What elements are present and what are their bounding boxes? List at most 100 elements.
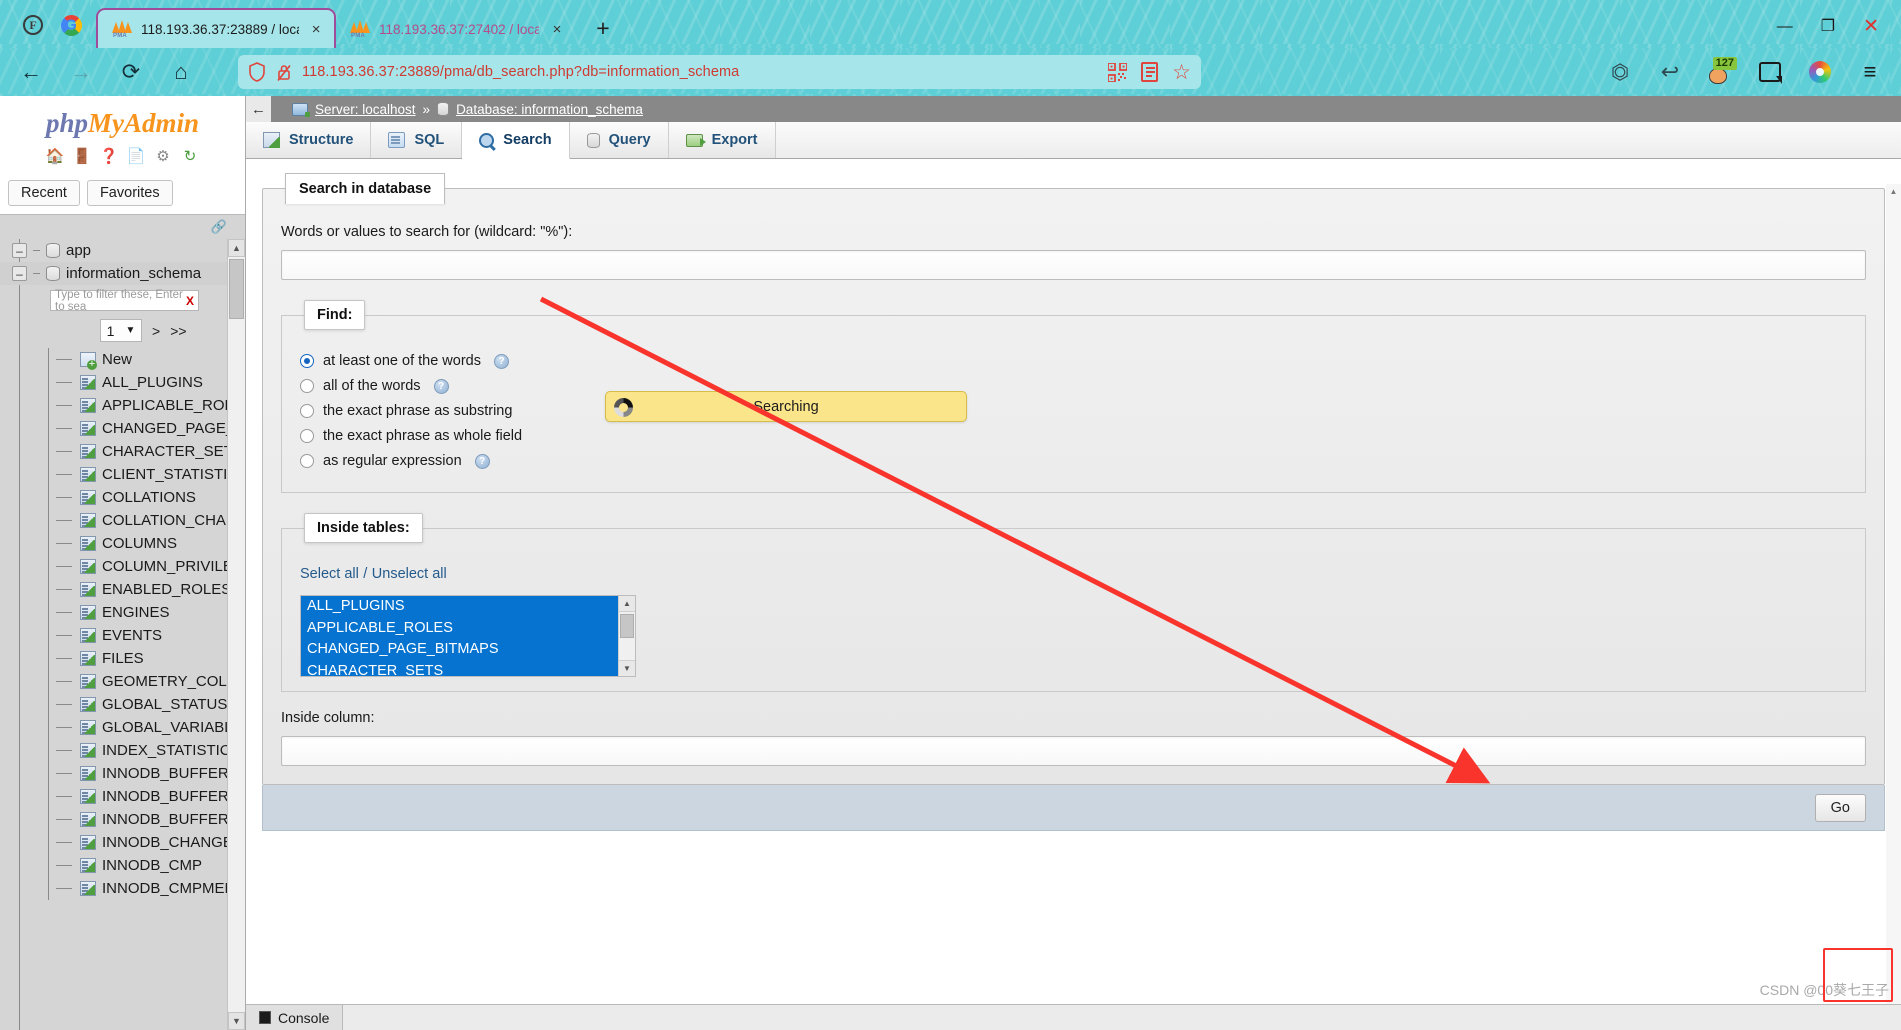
back-icon[interactable]: ←	[18, 59, 44, 85]
sidebar-table-item[interactable]: APPLICABLE_ROLES	[0, 394, 227, 417]
close-window-icon[interactable]: ✕	[1863, 17, 1879, 36]
sidebar-table-item[interactable]: GLOBAL_VARIABLES	[0, 716, 227, 739]
browser-tab-0[interactable]: PMA 118.193.36.37:23889 / localho ×	[96, 8, 336, 48]
sidebar-table-item[interactable]: GEOMETRY_COLUMNS	[0, 670, 227, 693]
unselect-all-link[interactable]: Unselect all	[372, 566, 447, 582]
sidebar-table-item[interactable]: INDEX_STATISTICS	[0, 739, 227, 762]
help-icon[interactable]: ?	[494, 353, 509, 369]
lock-slash-icon[interactable]	[276, 63, 292, 82]
sidebar-table-item[interactable]: CHARACTER_SETS	[0, 440, 227, 463]
google-icon[interactable]	[60, 14, 82, 36]
radio-regular-expression[interactable]	[300, 454, 314, 468]
table-option[interactable]: CHARACTER_SETS	[301, 660, 618, 676]
table-filter-input[interactable]: Type to filter these, Enter to sea X	[50, 289, 199, 313]
qr-code-icon[interactable]	[1108, 62, 1128, 82]
clear-filter-icon[interactable]: X	[186, 294, 194, 308]
undo-icon[interactable]: ↩	[1657, 59, 1683, 85]
table-option[interactable]: CHANGED_PAGE_BITMAPS	[301, 639, 618, 661]
help-icon[interactable]: ❓	[100, 147, 119, 165]
minimize-icon[interactable]: —	[1777, 18, 1793, 35]
sidebar-table-item[interactable]: INNODB_BUFFER_POOL	[0, 808, 227, 831]
forward-icon[interactable]: →	[68, 59, 94, 85]
tab-structure[interactable]: Structure	[246, 122, 372, 158]
home-icon[interactable]: 🏠	[46, 147, 65, 165]
scroll-up-icon[interactable]: ▲	[619, 596, 635, 612]
sidebar-table-item[interactable]: INNODB_CHANGED_PAG	[0, 831, 227, 854]
collapse-icon[interactable]: –	[12, 266, 27, 281]
maximize-icon[interactable]: ❐	[1821, 18, 1835, 35]
browser-tab-1[interactable]: PMA 118.193.36.37:27402 / localh ×	[336, 10, 576, 48]
tables-multiselect[interactable]: ALL_PLUGINS APPLICABLE_ROLES CHANGED_PAG…	[300, 595, 636, 677]
sidebar-scrollbar[interactable]: ▲ ▼	[227, 239, 245, 1030]
new-tab-button[interactable]: +	[586, 11, 620, 45]
app-menu-icon[interactable]: ≡	[1857, 59, 1883, 85]
sidebar-table-item[interactable]: ENGINES	[0, 601, 227, 624]
find-option-4[interactable]: as regular expression ?	[300, 453, 1847, 469]
radio-exact-phrase-whole-field[interactable]	[300, 429, 314, 443]
sidebar-table-item[interactable]: CLIENT_STATISTICS	[0, 463, 227, 486]
scroll-down-icon[interactable]: ▼	[228, 1012, 245, 1030]
address-bar[interactable]: 118.193.36.37:23889/pma/db_search.php?db…	[238, 55, 1201, 89]
sidebar-table-item[interactable]: INNODB_BUFFER_PAGE	[0, 785, 227, 808]
breadcrumb-back-icon[interactable]: ←	[246, 96, 271, 122]
search-words-input[interactable]	[281, 250, 1866, 280]
tab-query[interactable]: Query	[569, 122, 669, 158]
favorites-button[interactable]: Favorites	[86, 180, 173, 206]
sidebar-db-app[interactable]: – app	[0, 239, 227, 262]
extension-badge-icon[interactable]: 127	[1707, 57, 1737, 84]
firefox-icon[interactable]: F	[22, 14, 44, 36]
color-wheel-icon[interactable]	[1807, 59, 1833, 85]
sidebar-table-item[interactable]: GLOBAL_STATUS	[0, 693, 227, 716]
breadcrumb-server[interactable]: Server: localhost	[315, 102, 416, 117]
help-icon[interactable]: ?	[474, 453, 490, 469]
sidebar-db-information-schema[interactable]: – information_schema	[0, 262, 227, 285]
url-text[interactable]: 118.193.36.37:23889/pma/db_search.php?db…	[302, 64, 1098, 80]
table-option[interactable]: ALL_PLUGINS	[301, 596, 618, 618]
sidebar-table-item[interactable]: INNODB_CMPMEM	[0, 877, 227, 900]
sidebar-table-item[interactable]: COLLATIONS	[0, 486, 227, 509]
sidebar-table-item[interactable]: INNODB_BUFFER_PAGE	[0, 762, 227, 785]
shield-icon[interactable]	[248, 62, 266, 82]
find-option-1[interactable]: all of the words ?	[300, 378, 1847, 394]
find-option-0[interactable]: at least one of the words ?	[300, 353, 1847, 369]
settings-icon[interactable]: ⚙	[154, 147, 172, 165]
sidebar-table-item[interactable]: CHANGED_PAGE_BITMA	[0, 417, 227, 440]
last-page-icon[interactable]: >>	[170, 323, 186, 339]
screenshot-crop-icon[interactable]: ⏣	[1607, 59, 1633, 85]
browser-tab-0-close-icon[interactable]: ×	[308, 20, 324, 38]
scroll-down-icon[interactable]: ▼	[619, 660, 635, 676]
sidebar-table-item[interactable]: COLUMNS	[0, 532, 227, 555]
reader-view-icon[interactable]	[1141, 62, 1159, 82]
select-all-link[interactable]: Select all	[300, 566, 359, 582]
home-icon[interactable]: ⌂	[168, 59, 194, 85]
sidebar-table-item[interactable]: ENABLED_ROLES	[0, 578, 227, 601]
scroll-up-icon[interactable]: ▲	[1886, 184, 1901, 198]
next-page-icon[interactable]: >	[152, 323, 160, 339]
exit-icon[interactable]: 🚪	[73, 147, 92, 165]
collapse-icon[interactable]: –	[12, 243, 27, 258]
docs-icon[interactable]: 📄	[127, 147, 146, 165]
inside-column-input[interactable]	[281, 736, 1866, 766]
recent-button[interactable]: Recent	[8, 180, 80, 206]
go-button[interactable]: Go	[1814, 793, 1866, 822]
sidebar-table-item[interactable]: ALL_PLUGINS	[0, 371, 227, 394]
refresh-icon[interactable]: ↻	[181, 147, 199, 165]
scroll-up-icon[interactable]: ▲	[228, 239, 245, 257]
tab-search[interactable]: Search	[462, 122, 570, 159]
scrollbar-thumb[interactable]	[620, 614, 634, 638]
page-select[interactable]: 1 ▼	[100, 319, 142, 342]
tab-export[interactable]: Export	[668, 122, 776, 158]
sidebar-table-item[interactable]: INNODB_CMP	[0, 854, 227, 877]
sidebar-table-new[interactable]: New	[0, 348, 227, 371]
chain-link-icon[interactable]: 🔗	[211, 219, 227, 235]
tab-sql[interactable]: SQL	[371, 122, 463, 158]
multiselect-scrollbar[interactable]: ▲ ▼	[618, 596, 635, 676]
sidebar-table-item[interactable]: COLUMN_PRIVILEGES	[0, 555, 227, 578]
console-toggle[interactable]: Console	[246, 1004, 344, 1030]
help-icon[interactable]: ?	[433, 378, 449, 394]
reload-icon[interactable]: ⟳	[118, 59, 144, 85]
sidebar-table-item[interactable]: EVENTS	[0, 624, 227, 647]
clipboard-icon[interactable]	[1757, 59, 1783, 85]
browser-tab-1-close-icon[interactable]: ×	[548, 20, 566, 38]
bookmark-star-icon[interactable]: ☆	[1172, 62, 1191, 83]
